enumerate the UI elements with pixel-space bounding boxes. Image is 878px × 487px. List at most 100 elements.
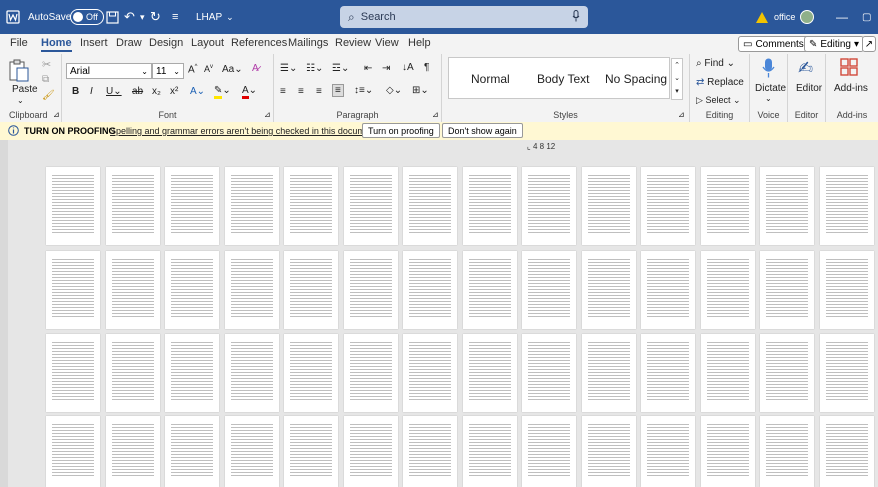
tab-insert[interactable]: Insert — [80, 37, 108, 49]
style-no-spacing[interactable]: No Spacing — [605, 72, 667, 86]
page-thumbnail[interactable] — [641, 334, 695, 412]
justify-icon[interactable]: ≡ — [332, 84, 344, 97]
page-thumbnail[interactable] — [701, 251, 755, 329]
paste-icon[interactable] — [8, 58, 30, 85]
page-thumbnail[interactable] — [403, 416, 457, 487]
page-thumbnail[interactable] — [701, 334, 755, 412]
page-thumbnail[interactable] — [582, 251, 636, 329]
page-thumbnail[interactable] — [165, 251, 219, 329]
document-name[interactable]: LHAP ⌄ — [196, 0, 234, 34]
page-thumbnail[interactable] — [344, 167, 398, 245]
italic-icon[interactable]: I — [90, 86, 93, 97]
undo-icon[interactable]: ↶ — [124, 0, 135, 34]
page-thumbnail[interactable] — [225, 416, 279, 487]
editor-icon[interactable]: ✍ — [798, 58, 813, 79]
page-thumbnail[interactable] — [760, 167, 814, 245]
page-thumbnail[interactable] — [165, 416, 219, 487]
page-thumbnail[interactable] — [820, 334, 874, 412]
search-box[interactable]: ⌕ Search — [340, 6, 588, 28]
customize-toolbar-icon[interactable]: ≡ — [172, 0, 178, 34]
tab-home[interactable]: Home — [41, 37, 72, 52]
account-name[interactable]: office — [774, 0, 795, 34]
page-thumbnail[interactable] — [344, 251, 398, 329]
page-thumbnail[interactable] — [106, 416, 160, 487]
restore-icon[interactable]: ▢ — [862, 0, 871, 34]
tab-layout[interactable]: Layout — [191, 37, 224, 49]
chevron-down-icon[interactable]: ⌄ — [17, 96, 24, 105]
page-thumbnail[interactable] — [522, 251, 576, 329]
page-thumbnail[interactable] — [284, 251, 338, 329]
tab-file[interactable]: File — [10, 37, 28, 49]
dialog-launcher-icon[interactable]: ⊿ — [264, 110, 271, 119]
page-thumbnail[interactable] — [820, 251, 874, 329]
font-size-combo[interactable]: 11 ⌄ — [152, 63, 184, 79]
save-icon[interactable] — [106, 0, 119, 34]
bold-icon[interactable]: B — [72, 86, 79, 97]
find-button[interactable]: ⌕ Find ⌄ — [696, 58, 735, 69]
text-effects-icon[interactable]: A⌄ — [190, 86, 205, 97]
page-thumbnail[interactable] — [582, 416, 636, 487]
style-normal[interactable]: Normal — [471, 72, 510, 86]
avatar[interactable] — [800, 0, 814, 34]
page-thumbnail[interactable] — [463, 416, 517, 487]
page-thumbnail[interactable] — [820, 167, 874, 245]
page-thumbnail[interactable] — [106, 334, 160, 412]
page-thumbnail[interactable] — [225, 334, 279, 412]
highlight-icon[interactable]: ✎⌄ — [214, 85, 231, 99]
dictate-icon[interactable] — [762, 58, 775, 81]
dialog-launcher-icon[interactable]: ⊿ — [678, 110, 685, 119]
page-thumbnail[interactable] — [46, 416, 100, 487]
share-icon[interactable]: ↗ — [862, 36, 876, 52]
page-thumbnail[interactable] — [463, 334, 517, 412]
tab-mailings[interactable]: Mailings — [288, 37, 328, 49]
comments-button[interactable]: ▭ Comments — [738, 36, 809, 52]
page-thumbnail[interactable] — [463, 167, 517, 245]
align-right-icon[interactable]: ≡ — [316, 86, 322, 97]
page-thumbnail[interactable] — [760, 334, 814, 412]
editor-button-label[interactable]: Editor — [796, 83, 822, 94]
superscript-icon[interactable]: x² — [170, 86, 178, 97]
page-thumbnail[interactable] — [284, 167, 338, 245]
style-body-text[interactable]: Body Text — [537, 72, 589, 86]
align-left-icon[interactable]: ≡ — [280, 86, 286, 97]
page-thumbnail[interactable] — [522, 167, 576, 245]
page-thumbnail[interactable] — [820, 416, 874, 487]
editing-mode-button[interactable]: ✎ Editing ▾ — [804, 36, 864, 52]
decrease-indent-icon[interactable]: ⇤ — [364, 63, 372, 74]
numbering-icon[interactable]: ☷⌄ — [306, 63, 323, 74]
underline-icon[interactable]: U⌄ — [106, 86, 122, 97]
page-thumbnail[interactable] — [582, 334, 636, 412]
bullets-icon[interactable]: ☰⌄ — [280, 63, 297, 74]
page-thumbnail[interactable] — [403, 251, 457, 329]
font-name-combo[interactable]: Arial ⌄ — [66, 63, 152, 79]
tab-draw[interactable]: Draw — [116, 37, 142, 49]
page-thumbnail[interactable] — [582, 167, 636, 245]
redo-icon[interactable]: ↻ — [150, 0, 161, 34]
page-thumbnail[interactable] — [165, 167, 219, 245]
show-formatting-icon[interactable]: ¶ — [424, 62, 429, 73]
word-icon[interactable] — [6, 0, 20, 34]
warning-icon[interactable] — [756, 0, 768, 34]
tab-references[interactable]: References — [231, 37, 287, 49]
autosave-toggle[interactable]: Off — [66, 0, 104, 34]
tab-review[interactable]: Review — [335, 37, 371, 49]
tab-view[interactable]: View — [375, 37, 399, 49]
tab-design[interactable]: Design — [149, 37, 183, 49]
increase-indent-icon[interactable]: ⇥ — [382, 63, 390, 74]
page-thumbnail[interactable] — [522, 334, 576, 412]
proofing-message-link[interactable]: Spelling and grammar errors aren't being… — [110, 126, 380, 136]
shading-icon[interactable]: ◇⌄ — [386, 85, 402, 96]
page-thumbnail[interactable] — [46, 334, 100, 412]
cut-icon[interactable]: ✂ — [42, 58, 51, 71]
page-thumbnail[interactable] — [106, 167, 160, 245]
dialog-launcher-icon[interactable]: ⊿ — [432, 110, 439, 119]
clear-formatting-icon[interactable]: A̷ — [252, 63, 259, 74]
page-thumbnail[interactable] — [760, 416, 814, 487]
page-thumbnail[interactable] — [46, 167, 100, 245]
page-thumbnail[interactable] — [284, 416, 338, 487]
replace-button[interactable]: ⇄ Replace — [696, 77, 744, 88]
page-thumbnail[interactable] — [641, 167, 695, 245]
shrink-font-icon[interactable]: Av — [204, 64, 213, 74]
paste-label[interactable]: Paste — [12, 84, 38, 95]
page-thumbnail[interactable] — [284, 334, 338, 412]
